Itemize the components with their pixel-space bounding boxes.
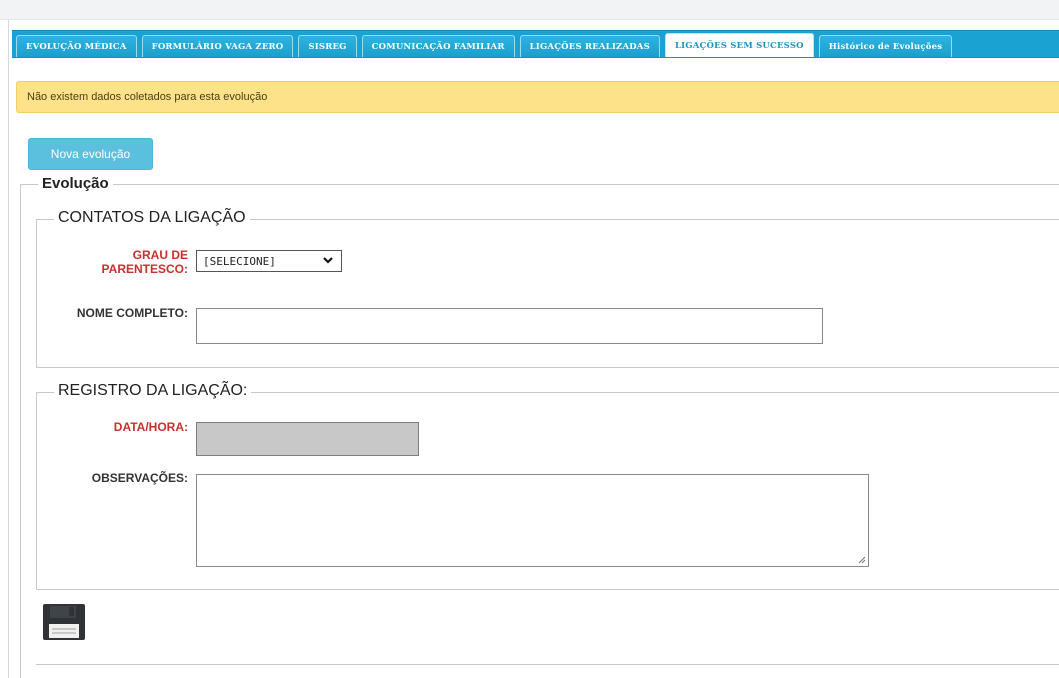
- observacoes-textarea[interactable]: [196, 474, 869, 567]
- contatos-fieldset: [36, 219, 1059, 368]
- contatos-legend: CONTATOS DA LIGAÇÃO: [54, 209, 250, 227]
- bottom-divider: [36, 664, 1059, 665]
- observacoes-label: OBSERVAÇÕES:: [91, 471, 188, 485]
- tab-comunicacao-familiar[interactable]: COMUNICAÇÃO FAMILIAR: [361, 35, 515, 57]
- tab-ligacoes-realizadas[interactable]: LIGAÇÕES REALIZADAS: [519, 35, 660, 57]
- datahora-input: [196, 422, 419, 456]
- tab-historico-evolucoes[interactable]: Histórico de Evoluções: [818, 35, 953, 57]
- new-evolution-button[interactable]: Nova evolução: [28, 138, 153, 170]
- left-rule: [8, 20, 9, 678]
- nome-completo-label: NOME COMPLETO:: [76, 306, 188, 320]
- resize-grip-icon[interactable]: [856, 554, 866, 564]
- evolucao-legend: Evolução: [38, 175, 113, 192]
- alert-message: Não existem dados coletados para esta ev…: [27, 91, 268, 103]
- grau-label-line1: GRAU DE: [132, 248, 188, 262]
- no-data-alert: Não existem dados coletados para esta ev…: [16, 81, 1059, 113]
- tab-formulario-vaga-zero[interactable]: FORMULÁRIO VAGA ZERO: [141, 35, 294, 57]
- tab-sisreg[interactable]: SISREG: [298, 35, 357, 57]
- chevron-down-icon: [323, 257, 333, 264]
- top-strip: [0, 0, 1059, 20]
- grau-parentesco-label: GRAU DE PARENTESCO:: [60, 248, 188, 276]
- tab-ligacoes-sem-sucesso[interactable]: LIGAÇÕES SEM SUCESSO: [664, 33, 814, 57]
- grau-selected-value: [SELECIONE]: [203, 254, 276, 268]
- tab-bar: EVOLUÇÃO MÉDICA FORMULÁRIO VAGA ZERO SIS…: [12, 30, 1059, 58]
- floppy-disk-icon[interactable]: [42, 603, 86, 641]
- grau-parentesco-select[interactable]: [SELECIONE]: [196, 250, 342, 272]
- grau-label-line2: PARENTESCO:: [101, 262, 188, 276]
- tab-evolucao-medica[interactable]: EVOLUÇÃO MÉDICA: [16, 35, 137, 57]
- registro-legend: REGISTRO DA LIGAÇÃO:: [54, 382, 252, 400]
- nome-completo-input[interactable]: [196, 308, 823, 344]
- datahora-label: DATA/HORA:: [113, 420, 188, 434]
